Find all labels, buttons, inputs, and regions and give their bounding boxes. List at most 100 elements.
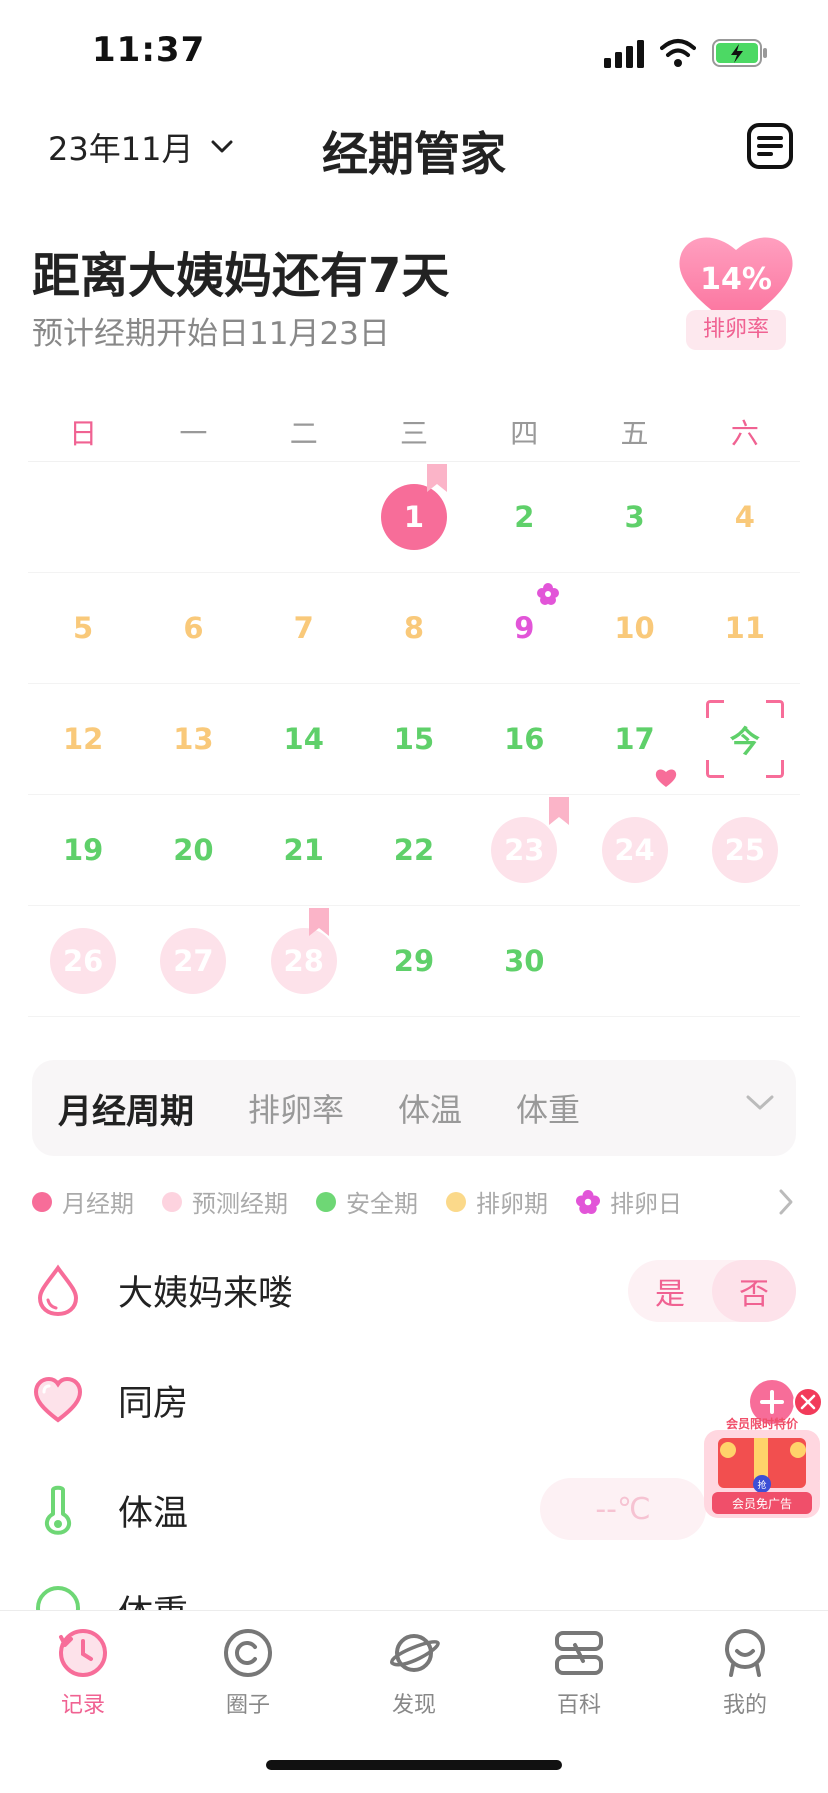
- calendar-day[interactable]: 2: [469, 462, 579, 572]
- no-button[interactable]: 否: [712, 1260, 796, 1322]
- weekday-thu: 四: [510, 417, 539, 450]
- calendar-grid: 1 2 3 4 5 6 7 8 9 10 11 12 13 14 15 16 1…: [28, 462, 800, 1017]
- calendar-day[interactable]: 24: [579, 795, 689, 905]
- expected-start-date: 预计经期开始日11月23日: [32, 316, 390, 352]
- calendar-day[interactable]: 16: [469, 684, 579, 794]
- nav-encyclopedia[interactable]: 百科: [519, 1625, 639, 1719]
- chevron-down-icon[interactable]: [746, 1094, 774, 1112]
- record-list-icon[interactable]: [746, 122, 794, 170]
- predicted-start-flag-icon: [549, 797, 570, 825]
- calendar-day[interactable]: 17: [579, 684, 689, 794]
- promo-title: 会员限时特价: [726, 1416, 799, 1431]
- calendar-day[interactable]: 6: [138, 573, 248, 683]
- tab-temperature[interactable]: 体温: [398, 1085, 462, 1131]
- nav-discover[interactable]: 发现: [354, 1625, 474, 1719]
- day-number: 23: [491, 817, 558, 883]
- calendar-day[interactable]: 8: [359, 573, 469, 683]
- calendar-day[interactable]: 19: [28, 795, 138, 905]
- ovulation-rate-label: 排卵率: [686, 310, 786, 350]
- calendar-day[interactable]: 22: [359, 795, 469, 905]
- day-number: 30: [504, 944, 545, 978]
- day-number: 2: [514, 500, 535, 534]
- cellular-signal-icon: [604, 40, 644, 68]
- weekday-mon: 一: [179, 417, 208, 450]
- calendar-day[interactable]: 27: [138, 906, 248, 1016]
- tab-weight[interactable]: 体重: [516, 1085, 580, 1131]
- calendar-day[interactable]: 13: [138, 684, 248, 794]
- calendar-day[interactable]: 14: [249, 684, 359, 794]
- day-number: 13: [173, 722, 214, 756]
- day-number: 15: [393, 722, 435, 756]
- period-toggle: 是 否: [628, 1260, 796, 1322]
- calendar-day[interactable]: 26: [28, 906, 138, 1016]
- status-time: 11:37: [92, 30, 206, 70]
- record-period: 大姨妈来喽 是 否: [32, 1240, 796, 1340]
- record-temperature: 体温 --℃: [32, 1460, 796, 1560]
- day-number: 17: [614, 722, 655, 756]
- day-number: 7: [293, 611, 314, 645]
- promo-subtitle: 会员免广告: [732, 1496, 792, 1511]
- planet-icon: [390, 1634, 440, 1672]
- battery-charging-icon: [712, 39, 767, 67]
- calendar-day[interactable]: 7: [249, 573, 359, 683]
- yes-button[interactable]: 是: [628, 1260, 712, 1322]
- month-label: 23年11月: [48, 130, 194, 168]
- day-number: 22: [393, 833, 435, 867]
- weekday-sat: 六: [730, 417, 759, 450]
- nav-profile[interactable]: 我的: [685, 1625, 805, 1719]
- record-label: 体温: [118, 1493, 189, 1534]
- calendar-day[interactable]: 1: [359, 462, 469, 572]
- day-number: 1: [380, 484, 447, 550]
- day-number: 5: [73, 611, 94, 645]
- calendar-day[interactable]: 12: [28, 684, 138, 794]
- calendar-day[interactable]: 9: [469, 573, 579, 683]
- nav-label: 记录: [60, 1693, 105, 1718]
- legend-label: 月经期: [62, 1190, 134, 1218]
- calendar-day[interactable]: 29: [359, 906, 469, 1016]
- day-number: 26: [50, 928, 117, 994]
- vip-promo-widget[interactable]: 抢 会员免广告 会员限时特价: [700, 1380, 824, 1530]
- day-number: 20: [173, 833, 214, 867]
- drop-icon: [37, 1264, 79, 1316]
- nav-circle[interactable]: 圈子: [188, 1625, 308, 1719]
- calendar-day[interactable]: 21: [249, 795, 359, 905]
- legend-item-ovulation-day: 排卵日: [576, 1184, 682, 1219]
- calendar-day[interactable]: 15: [359, 684, 469, 794]
- record-intimacy[interactable]: 同房: [32, 1350, 796, 1450]
- day-number: 16: [504, 722, 545, 756]
- day-number: 8: [403, 611, 425, 645]
- ovulation-day-flower-icon: [576, 1189, 600, 1214]
- legend-item-period: 月经期: [32, 1184, 134, 1219]
- day-number: 28: [270, 928, 337, 994]
- legend-item-safe: 安全期: [316, 1184, 418, 1219]
- calendar-day[interactable]: 28: [249, 906, 359, 1016]
- chevron-right-icon[interactable]: [778, 1188, 794, 1216]
- calendar-day[interactable]: 5: [28, 573, 138, 683]
- wifi-icon: [660, 39, 696, 67]
- circle-community-icon: [224, 1629, 272, 1677]
- calendar-day[interactable]: 25: [690, 795, 800, 905]
- calendar-day-today[interactable]: 今: [690, 684, 800, 794]
- calendar-day[interactable]: 10: [579, 573, 689, 683]
- day-number: 3: [624, 500, 645, 534]
- legend-label: 排卵日: [610, 1190, 682, 1218]
- today-marker: 今: [706, 700, 784, 778]
- month-picker[interactable]: 23年11月: [48, 124, 233, 170]
- calendar-day[interactable]: 23: [469, 795, 579, 905]
- nav-record[interactable]: 记录: [23, 1625, 143, 1719]
- tab-ovulation[interactable]: 排卵率: [248, 1085, 344, 1131]
- calendar-empty-cell: [249, 462, 359, 572]
- day-number: 14: [283, 722, 324, 756]
- temperature-input[interactable]: --℃: [540, 1478, 706, 1540]
- calendar-empty-cell: [690, 906, 800, 1016]
- calendar-empty-cell: [579, 906, 689, 1016]
- calendar-day[interactable]: 11: [690, 573, 800, 683]
- calendar-day[interactable]: 30: [469, 906, 579, 1016]
- calendar-day[interactable]: 3: [579, 462, 689, 572]
- predicted-end-flag-icon: [308, 908, 329, 936]
- calendar-day[interactable]: 4: [690, 462, 800, 572]
- calendar-day[interactable]: 20: [138, 795, 248, 905]
- tab-cycle[interactable]: 月经周期: [58, 1084, 194, 1133]
- weekday-sun: 日: [69, 417, 98, 450]
- record-weight: 体重: [32, 1570, 796, 1610]
